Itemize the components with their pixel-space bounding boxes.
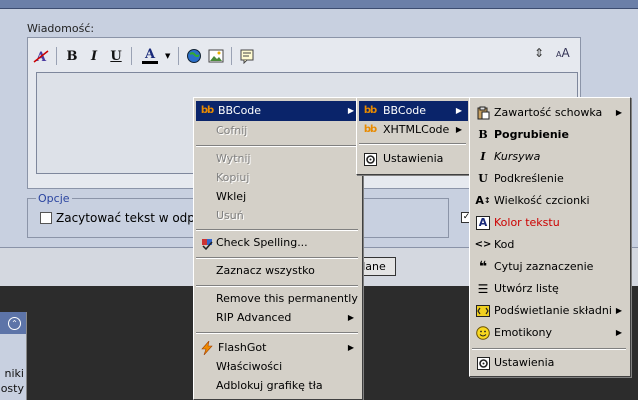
toolbar-separator	[56, 47, 57, 65]
submenu-arrow-icon: ▶	[455, 106, 462, 115]
toolbar-separator	[131, 47, 132, 65]
settings-icon	[363, 152, 377, 166]
resize-icon[interactable]: ⇕	[534, 46, 544, 60]
bbcode-icon: bb	[363, 105, 377, 116]
strikethrough-format-icon[interactable]: A	[31, 46, 51, 66]
menu-item-code[interactable]: <> Kod	[472, 235, 628, 255]
chevron-down-icon[interactable]: ▼	[165, 52, 173, 60]
menu-item-copy[interactable]: Kopiuj	[196, 168, 360, 188]
italic-button[interactable]: I	[84, 46, 104, 66]
code-icon: <>	[474, 239, 492, 250]
menu-divider	[196, 257, 358, 259]
text-color-button[interactable]: A	[137, 46, 163, 66]
underline-icon: U	[478, 172, 488, 185]
menu-divider	[472, 348, 626, 350]
submenu-arrow-icon: ▶	[347, 343, 354, 352]
menu-item-italic[interactable]: I Kursywa	[472, 147, 628, 167]
menu-item-check-spelling[interactable]: Check Spelling...	[196, 233, 360, 253]
menu-item-underline[interactable]: U Podkreślenie	[472, 169, 628, 189]
font-size-icon: A ↕	[475, 194, 491, 207]
menu-item-bbcode[interactable]: bb BBCode ▶	[196, 101, 360, 121]
menu-item-delete[interactable]: Usuń	[196, 206, 360, 226]
color-swatch	[142, 61, 158, 64]
menu-item-adblock-bg[interactable]: Adblokuj grafikę tła	[196, 376, 360, 396]
menu-divider	[196, 229, 358, 231]
underline-button[interactable]: U	[106, 46, 126, 66]
submenu-arrow-icon: ▶	[347, 106, 354, 115]
flashgot-icon	[200, 341, 214, 355]
clipboard-icon	[476, 106, 490, 120]
menu-divider	[359, 143, 466, 145]
font-size-icon[interactable]: AA	[556, 46, 570, 60]
spellcheck-icon	[200, 236, 214, 250]
menu-item-properties[interactable]: Właściwości	[196, 357, 360, 377]
options-legend: Opcje	[36, 192, 72, 205]
menu-item-font-size[interactable]: A ↕ Wielkość czcionki	[472, 191, 628, 211]
quote-icon[interactable]	[237, 46, 257, 66]
collapse-icon[interactable]: ⌃	[8, 317, 21, 330]
menu-item-text-color[interactable]: A Kolor tekstu	[472, 213, 628, 233]
menu-divider	[196, 285, 358, 287]
menu-item-undo[interactable]: Cofnij	[196, 121, 360, 141]
menu-item-settings[interactable]: Ustawienia	[472, 353, 628, 373]
editor-toolbar: A B I U A ▼	[31, 44, 257, 68]
menu-item-emoticons[interactable]: Emotikony ▶	[472, 323, 628, 343]
side-text-line: osty	[0, 382, 24, 395]
submenu-arrow-icon: ▶	[615, 306, 622, 315]
bold-button[interactable]: B	[62, 46, 82, 66]
menu-item-settings[interactable]: Ustawienia	[359, 149, 468, 169]
quote-checkbox-label: Zacytować tekst w odpo	[56, 211, 203, 225]
syntax-highlight-icon	[476, 304, 490, 318]
menu-item-bold[interactable]: B Pogrubienie	[472, 125, 628, 145]
bbcode-icon: bb	[363, 124, 377, 135]
toolbar-separator	[231, 47, 232, 65]
text-color-icon: A	[476, 216, 490, 230]
globe-link-icon[interactable]	[184, 46, 204, 66]
menu-item-remove-permanently[interactable]: Remove this permanently	[196, 289, 360, 309]
menu-divider	[196, 332, 358, 334]
image-icon[interactable]	[206, 46, 226, 66]
italic-icon: I	[480, 150, 486, 163]
menu-item-xhtmlcode[interactable]: bb XHTMLCode ▶	[359, 120, 468, 140]
menu-item-quote-selection[interactable]: ❝ Cytuj zaznaczenie	[472, 257, 628, 277]
submenu-arrow-icon: ▶	[615, 328, 622, 337]
menu-item-flashgot[interactable]: FlashGot ▶	[196, 338, 360, 358]
top-bar	[0, 0, 638, 9]
submenu-arrow-icon: ▶	[615, 108, 622, 117]
context-menu: bb BBCode ▶ Cofnij Wytnij Kopiuj Wklej U…	[193, 97, 363, 400]
bbcode-icon: bb	[200, 105, 214, 116]
quote-checkbox[interactable]	[40, 212, 52, 224]
settings-icon	[476, 356, 490, 370]
list-icon: ☰	[477, 282, 489, 296]
side-panel-text: niki osty	[0, 366, 24, 396]
menu-item-create-list[interactable]: ☰ Utwórz listę	[472, 279, 628, 299]
side-text-line: niki	[4, 367, 24, 380]
submenu-arrow-icon: ▶	[455, 125, 462, 134]
menu-item-paste[interactable]: Wklej	[196, 187, 360, 207]
smiley-icon	[476, 326, 490, 340]
bold-icon: B	[478, 128, 488, 141]
menu-item-cut[interactable]: Wytnij	[196, 149, 360, 169]
menu-item-syntax-highlight[interactable]: Podświetlanie składni ▶	[472, 301, 628, 321]
submenu-arrow-icon: ▶	[347, 313, 354, 322]
message-label: Wiadomość:	[27, 22, 95, 35]
menu-item-select-all[interactable]: Zaznacz wszystko	[196, 261, 360, 281]
quote-icon: ❝	[478, 259, 488, 275]
menu-item-clipboard[interactable]: Zawartość schowka ▶	[472, 103, 628, 123]
text-color-letter: A	[144, 47, 156, 62]
menu-item-bbcode-sub[interactable]: bb BBCode ▶	[359, 101, 468, 121]
menu-divider	[196, 145, 358, 147]
bbcode-tags-submenu: Zawartość schowka ▶ B Pogrubienie I Kurs…	[469, 97, 631, 377]
toolbar-separator	[178, 47, 179, 65]
menu-item-rip-advanced[interactable]: RIP Advanced ▶	[196, 308, 360, 328]
bbcode-submenu: bb BBCode ▶ bb XHTMLCode ▶ Ustawienia	[356, 97, 471, 175]
